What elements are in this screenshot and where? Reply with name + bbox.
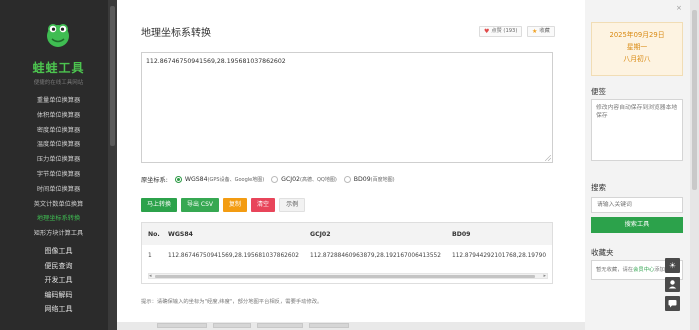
action-button-row: 马上转换 导出 CSV 复制 清空 示例	[141, 198, 306, 212]
nav-item-english-count[interactable]: 英文计数单位换算	[0, 198, 117, 213]
crs-option-bd09[interactable]: BD09 (百度地图)	[343, 176, 395, 183]
scroll-left-icon[interactable]: ◂	[149, 273, 152, 279]
nav-group-dev[interactable]: 开发工具	[0, 273, 117, 288]
like-label: 点赞 (193)	[491, 28, 518, 34]
like-button[interactable]: ♥ 点赞 (193)	[479, 26, 523, 37]
sidebar: 蛙蛙工具 便捷的在线工具网站 重量单位换算器 体积单位换算器 密度单位换算器 温…	[0, 0, 117, 330]
date-card: 2025年09月29日 星期一 八月初八	[591, 22, 683, 76]
header-bd09: BD09	[452, 231, 471, 238]
page-title: 地理坐标系转换	[141, 28, 211, 39]
right-panel: × 2025年09月29日 星期一 八月初八 便签 修改内容自动保存到浏览器本地…	[585, 0, 699, 330]
scroll-right-icon[interactable]: ▸	[543, 273, 546, 279]
export-csv-button[interactable]: 导出 CSV	[181, 198, 220, 212]
source-crs-selector: 原坐标系: WGS84 (GPS设备、Google地图) GCJ02 (高德、Q…	[141, 175, 395, 184]
nav-item-density[interactable]: 密度单位换算器	[0, 124, 117, 139]
search-input[interactable]	[591, 197, 683, 213]
row-1-no: 1	[148, 253, 152, 259]
crs-label: 原坐标系:	[141, 177, 168, 184]
frog-logo-icon[interactable]	[44, 20, 72, 48]
nav-item-rectangle-calc[interactable]: 矩形方块计算工具	[0, 227, 117, 242]
row-1-bd09: 112.87944292101768,28.19790	[452, 253, 547, 259]
crs-option-wgs84[interactable]: WGS84 (GPS设备、Google地图)	[174, 176, 265, 183]
page-scrollbar[interactable]	[690, 0, 699, 330]
crs-bd09-name: BD09	[353, 176, 371, 183]
bottom-tab[interactable]	[309, 323, 349, 328]
nav-group-network[interactable]: 网络工具	[0, 302, 117, 317]
crs-wgs84-name: WGS84	[184, 176, 208, 183]
weekday-text: 星期一	[626, 43, 648, 51]
favorites-empty-suffix: 添加	[654, 267, 665, 273]
radio-gcj02[interactable]	[271, 176, 279, 183]
main-card: 地理坐标系转换 ♥ 点赞 (193) ★ 收藏 112.867467509415…	[117, 0, 585, 330]
member-center-link[interactable]: 会员中心	[633, 267, 654, 273]
date-text: 2025年09月29日	[609, 31, 665, 39]
search-tools-button[interactable]: 搜索工具	[591, 217, 683, 233]
user-icon[interactable]	[665, 277, 680, 292]
header-gcj02: GCJ02	[310, 231, 331, 238]
convert-button[interactable]: 马上转换	[141, 198, 178, 212]
nav-group-image[interactable]: 图像工具	[0, 244, 117, 259]
tool-nav-list: 重量单位换算器 体积单位换算器 密度单位换算器 温度单位换算器 压力单位换算器 …	[0, 94, 117, 242]
sidebar-scroll-thumb[interactable]	[110, 6, 115, 146]
nav-item-bytes[interactable]: 字节单位换算器	[0, 168, 117, 183]
favorites-title: 收藏夹	[591, 248, 614, 257]
page-scroll-thumb[interactable]	[692, 10, 697, 190]
result-table-header	[142, 223, 552, 245]
favorite-button[interactable]: ★ 收藏	[527, 26, 555, 37]
nav-item-weight[interactable]: 重量单位换算器	[0, 94, 117, 109]
bottom-strip	[117, 322, 587, 330]
heart-icon: ♥	[484, 28, 490, 35]
radio-bd09[interactable]	[343, 176, 351, 183]
coordinate-input[interactable]: 112.86746750941569,28.195681037862602	[141, 52, 553, 163]
clear-button[interactable]: 清空	[251, 198, 276, 212]
brand-name[interactable]: 蛙蛙工具	[0, 59, 117, 76]
header-no: No.	[148, 231, 160, 238]
chat-glyph-icon	[668, 300, 677, 308]
copy-button[interactable]: 复制	[223, 198, 248, 212]
nav-item-pressure[interactable]: 压力单位换算器	[0, 153, 117, 168]
nav-group-encode[interactable]: 编码解码	[0, 288, 117, 303]
bottom-tab[interactable]	[213, 323, 251, 328]
resize-grip-icon[interactable]	[545, 155, 551, 161]
example-button[interactable]: 示例	[279, 198, 306, 212]
star-icon: ★	[532, 28, 538, 35]
nav-item-time[interactable]: 时间单位换算器	[0, 183, 117, 198]
favorite-label: 收藏	[539, 28, 550, 34]
crs-gcj02-name: GCJ02	[281, 176, 300, 183]
close-icon[interactable]: ×	[676, 4, 682, 12]
brand-slogan: 便捷的在线工具网站	[33, 80, 84, 86]
sidebar-scrollbar[interactable]	[108, 0, 117, 330]
sun-icon[interactable]: ☀	[665, 258, 680, 273]
crs-gcj02-detail: (高德、QQ地图)	[300, 177, 337, 183]
lunar-date-text: 八月初八	[623, 55, 651, 63]
search-title: 搜索	[591, 183, 606, 192]
bottom-tab[interactable]	[157, 323, 207, 328]
crs-option-gcj02[interactable]: GCJ02 (高德、QQ地图)	[271, 176, 337, 183]
memo-textarea[interactable]: 修改内容自动保存到浏览器本地保存	[591, 99, 683, 161]
table-horizontal-scrollbar[interactable]: ◂ ▸	[148, 273, 548, 279]
nav-item-geo-convert[interactable]: 地理坐标系转换	[0, 212, 117, 227]
crs-bd09-detail: (百度地图)	[370, 177, 395, 183]
row-1-gcj02: 112.87288460963879,28.192167006413552	[310, 253, 441, 259]
bottom-tab[interactable]	[257, 323, 303, 328]
memo-title: 便签	[591, 87, 606, 96]
header-wgs84: WGS84	[168, 231, 193, 238]
table-scroll-thumb[interactable]	[155, 275, 535, 278]
favorites-empty-prefix: 暂无收藏，请在	[596, 267, 634, 273]
nav-group-lookup[interactable]: 便民查询	[0, 259, 117, 274]
result-table: No. WGS84 GCJ02 BD09 1 112.8674675094156…	[141, 222, 553, 284]
crs-wgs84-detail: (GPS设备、Google地图)	[207, 177, 265, 183]
nav-item-volume[interactable]: 体积单位换算器	[0, 109, 117, 124]
user-glyph-icon	[668, 280, 677, 289]
nav-group-list: 图像工具 便民查询 开发工具 编码解码 网络工具	[0, 244, 117, 317]
nav-item-temperature[interactable]: 温度单位换算器	[0, 138, 117, 153]
row-1-wgs84: 112.86746750941569,28.195681037862602	[168, 253, 299, 259]
radio-wgs84[interactable]	[174, 176, 182, 183]
chat-icon[interactable]	[665, 296, 680, 311]
hint-text: 提示：请确保输入的坐标为"经度,纬度"，部分地图平台相反，需要手动修改。	[141, 299, 323, 305]
